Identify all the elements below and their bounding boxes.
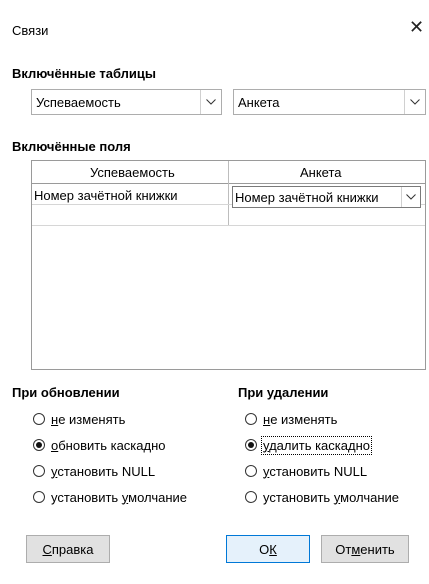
on-delete-label: При удалении — [238, 385, 329, 400]
chevron-down-icon[interactable] — [401, 187, 420, 207]
on-update-label: При обновлении — [12, 385, 120, 400]
radio-label: установить умолчание — [51, 489, 188, 505]
radio-update-set-null[interactable]: установить NULL — [33, 458, 187, 484]
fields-grid[interactable]: Успеваемость Анкета Номер зачётной книжк… — [31, 160, 426, 370]
radio-circle-selected[interactable] — [245, 439, 257, 451]
cancel-button[interactable]: От м енить — [321, 535, 409, 563]
fields-label: Включённые поля — [12, 139, 131, 154]
radio-update-set-default[interactable]: установить умолчание — [33, 484, 187, 510]
radio-label: не изменять — [263, 411, 338, 427]
window-title: Связи — [12, 23, 49, 38]
right-table-combo[interactable]: Анкета — [233, 89, 426, 115]
left-table-value: Успеваемость — [36, 95, 121, 110]
radio-update-no-change[interactable]: не изменять — [33, 406, 187, 432]
left-table-combo[interactable]: Успеваемость — [31, 89, 222, 115]
radio-circle[interactable] — [33, 491, 45, 503]
help-button[interactable]: Справка — [26, 535, 110, 563]
radio-circle[interactable] — [245, 491, 257, 503]
on-update-group: не изменять обновить каскадно установить… — [33, 406, 187, 510]
radio-delete-cascade[interactable]: удалить каскадно — [245, 432, 399, 458]
close-icon[interactable]: ✕ — [409, 18, 424, 36]
chevron-down-icon[interactable] — [200, 90, 221, 114]
radio-circle[interactable] — [245, 465, 257, 477]
radio-label: не изменять — [51, 411, 126, 427]
radio-circle[interactable] — [245, 413, 257, 425]
radio-delete-set-default[interactable]: установить умолчание — [245, 484, 399, 510]
row-divider — [32, 225, 425, 226]
grid-cell-left[interactable]: Номер зачётной книжки — [34, 188, 178, 203]
radio-delete-set-null[interactable]: установить NULL — [245, 458, 399, 484]
radio-label: удалить каскадно — [261, 435, 372, 455]
column-header-right[interactable]: Анкета — [300, 165, 342, 180]
radio-label: обновить каскадно — [51, 437, 166, 453]
grid-cell-right-combo[interactable]: Номер зачётной книжки — [232, 186, 421, 208]
chevron-down-icon[interactable] — [404, 90, 425, 114]
grid-cell-right-value: Номер зачётной книжки — [235, 190, 379, 205]
title-bar — [0, 0, 429, 58]
ok-button[interactable]: ОК — [226, 535, 310, 563]
tables-label: Включённые таблицы — [12, 66, 156, 81]
radio-update-cascade[interactable]: обновить каскадно — [33, 432, 187, 458]
radio-circle[interactable] — [33, 465, 45, 477]
radio-label: установить NULL — [51, 463, 156, 479]
on-delete-group: не изменять удалить каскадно установить … — [245, 406, 399, 510]
right-table-value: Анкета — [238, 95, 280, 110]
column-header-left[interactable]: Успеваемость — [90, 165, 175, 180]
column-divider — [228, 161, 229, 205]
radio-delete-no-change[interactable]: не изменять — [245, 406, 399, 432]
radio-circle[interactable] — [33, 413, 45, 425]
radio-label: установить NULL — [263, 463, 368, 479]
column-divider — [228, 205, 229, 225]
radio-circle-selected[interactable] — [33, 439, 45, 451]
radio-label: установить умолчание — [263, 489, 400, 505]
